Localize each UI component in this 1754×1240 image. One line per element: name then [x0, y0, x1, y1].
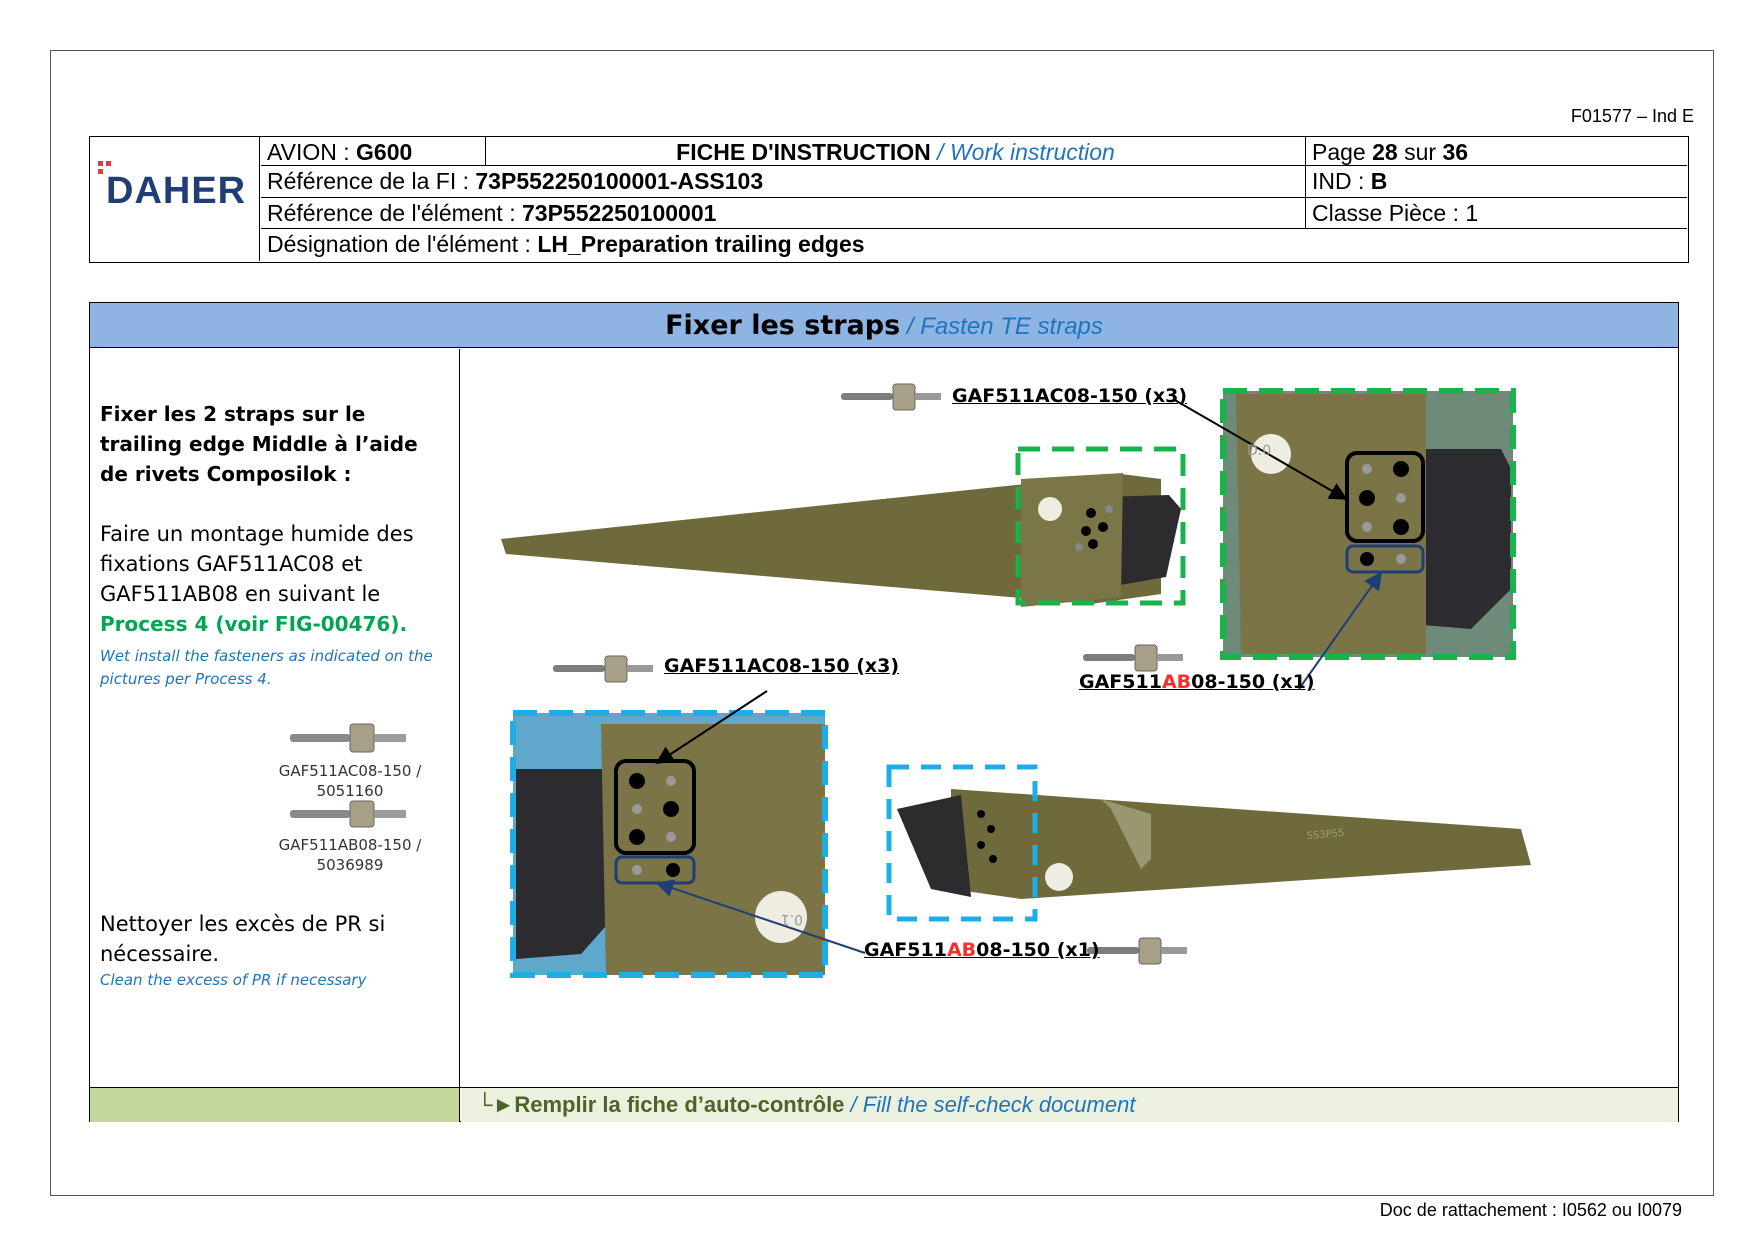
- doc-title-cell: FICHE D'INSTRUCTION / Work instruction: [486, 137, 1306, 166]
- fastener-ac-label: GAF511AC08-150 / 5051160: [278, 762, 422, 800]
- strap-marking-bottom: 0.1: [781, 911, 803, 927]
- callout-ab-bottom: GAF511AB08-150 (x1): [864, 939, 1100, 961]
- instruction-section: Fixer les straps / Fasten TE straps Fixe…: [89, 302, 1679, 1122]
- strap-closeup-bottom: [513, 713, 825, 975]
- instruction-step-2-en: Wet install the fasteners as indicated o…: [100, 647, 433, 688]
- fastener-ab-icon-top: [1083, 644, 1183, 672]
- assembly-photos: D.0 0.1 SS3P55: [501, 383, 1531, 978]
- trailing-edge-photo-bottom: [897, 789, 1531, 899]
- fastener-ab-icon: [290, 800, 406, 828]
- instruction-step-3: Nettoyer les excès de PR si nécessaire.: [100, 912, 386, 966]
- self-check-marker: [90, 1088, 460, 1122]
- designation-cell: Désignation de l'élément : LH_Preparatio…: [267, 231, 865, 257]
- daher-logo: DAHER: [106, 170, 247, 212]
- fastener-ac-icon-bottom: [553, 655, 653, 683]
- callout-ab-top: GAF511AB08-150 (x1): [1079, 671, 1315, 693]
- self-check-instruction: └►Remplir la fiche d’auto-contrôle / Fil…: [461, 1088, 1678, 1122]
- fastener-ac-icon-top: [841, 383, 941, 411]
- instruction-step-1: Fixer les 2 straps sur le trailing edge …: [100, 402, 418, 486]
- fastener-ab-icon-bottom: [1087, 937, 1187, 965]
- strap-marking-top: D.0: [1247, 443, 1271, 459]
- fastener-ac-icon: [290, 723, 406, 753]
- self-check-row: └►Remplir la fiche d’auto-contrôle / Fil…: [90, 1087, 1678, 1122]
- ref-element-cell: Référence de l'élément : 73P552250100001: [261, 198, 1306, 229]
- section-title: Fixer les straps / Fasten TE straps: [90, 303, 1678, 348]
- callout-ac-top: GAF511AC08-150 (x3): [952, 385, 1188, 407]
- classe-piece-cell: Classe Pièce : 1: [1306, 198, 1687, 229]
- trailing-edge-photo-top: [501, 473, 1181, 607]
- instruction-step-3-en: Clean the excess of PR if necessary: [100, 971, 367, 989]
- doc-rattachement: Doc de rattachement : I0562 ou I0079: [1379, 1200, 1682, 1220]
- photo-column: D.0 0.1 SS3P55 GAF511AC08-150 (x3) GAF51…: [461, 349, 1678, 1087]
- fastener-ab-label: GAF511AB08-150 / 5036989: [278, 836, 422, 874]
- strap-closeup-top: [1223, 391, 1513, 657]
- instruction-step-2: Faire un montage humide des fixations GA…: [100, 522, 414, 636]
- form-code: F01577 – Ind E: [1570, 106, 1694, 126]
- instruction-text-column: Fixer les 2 straps sur le trailing edge …: [90, 349, 460, 1087]
- header-table: DAHER AVION : G600 FICHE D'INSTRUCTION /…: [89, 136, 1689, 263]
- ref-fi-cell: Référence de la FI : 73P552250100001-ASS…: [261, 166, 1306, 198]
- callout-ac-bottom: GAF511AC08-150 (x3): [664, 655, 900, 677]
- page-number-cell: Page 28 sur 36: [1306, 137, 1687, 166]
- process-reference: Process 4 (voir FIG-00476).: [100, 612, 408, 636]
- arrow-right-icon: └►: [477, 1092, 515, 1117]
- ind-cell: IND : B: [1306, 166, 1687, 198]
- doc-title: FICHE D'INSTRUCTION: [676, 139, 931, 165]
- avion-cell: AVION : G600: [261, 137, 486, 166]
- logo-cell: DAHER: [90, 137, 260, 261]
